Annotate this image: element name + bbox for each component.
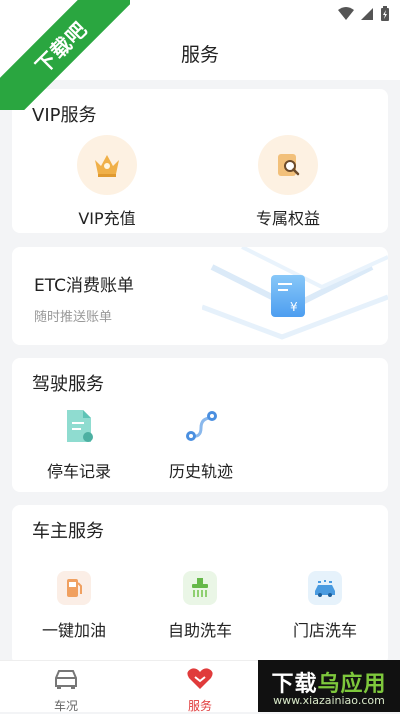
route-history-label: 历史轨迹 [168, 462, 233, 481]
badge-text: 下载吧 [30, 16, 92, 78]
fuel-pump-icon [57, 571, 91, 605]
self-wash-button[interactable]: 自助洗车 [150, 571, 250, 641]
etc-title: ETC消费账单 [34, 276, 134, 296]
watermark-url: www.xiazainiao.com [273, 694, 385, 707]
tab-service-label: 服务 [187, 699, 212, 713]
benefits-search-icon [258, 135, 318, 195]
car-icon [55, 670, 77, 689]
tab-service[interactable]: 服务 [170, 667, 230, 714]
watermark-logo: 下载乌应用 www.xiazainiao.com [258, 660, 400, 712]
self-wash-icon [183, 571, 217, 605]
driving-service-card: 驾驶服务 停车记录 历史轨迹 [12, 358, 388, 492]
exclusive-benefits-label: 专属权益 [255, 209, 320, 228]
one-click-refuel-button[interactable]: 一键加油 [24, 571, 124, 641]
vip-service-card: VIP服务 VIP充值 专属权益 [12, 89, 388, 233]
service-heart-icon [187, 668, 213, 689]
battery-icon [381, 6, 389, 21]
bill-yen-icon: ¥ [271, 275, 305, 317]
vip-recharge-label: VIP充值 [78, 209, 136, 228]
parking-record-icon [59, 406, 99, 446]
etc-subtitle: 随时推送账单 [34, 310, 113, 325]
signal-icon [361, 8, 373, 20]
parking-record-button[interactable]: 停车记录 [29, 406, 129, 482]
route-history-button[interactable]: 历史轨迹 [151, 406, 251, 482]
etc-bill-card[interactable]: ETC消费账单 随时推送账单 ¥ [12, 247, 388, 345]
svg-text:¥: ¥ [290, 300, 298, 314]
self-wash-label: 自助洗车 [167, 621, 232, 640]
wifi-icon [338, 7, 354, 20]
vip-recharge-button[interactable]: VIP充值 [47, 135, 167, 229]
drive-section-title: 驾驶服务 [32, 374, 104, 395]
owner-section-title: 车主服务 [32, 521, 104, 542]
crown-icon [77, 135, 137, 195]
parking-record-label: 停车记录 [46, 462, 111, 481]
corner-badge: 下载吧 [0, 0, 130, 110]
route-history-icon [181, 406, 221, 446]
tab-vehicle-status-label: 车况 [53, 699, 78, 713]
exclusive-benefits-button[interactable]: 专属权益 [228, 135, 348, 229]
store-wash-button[interactable]: 门店洗车 [275, 571, 375, 641]
tab-vehicle-status[interactable]: 车况 [36, 667, 96, 714]
store-wash-icon [308, 571, 342, 605]
store-wash-label: 门店洗车 [292, 621, 357, 640]
owner-service-card: 车主服务 一键加油 自助洗车 门店洗车 [12, 505, 388, 665]
one-click-refuel-label: 一键加油 [41, 621, 106, 640]
